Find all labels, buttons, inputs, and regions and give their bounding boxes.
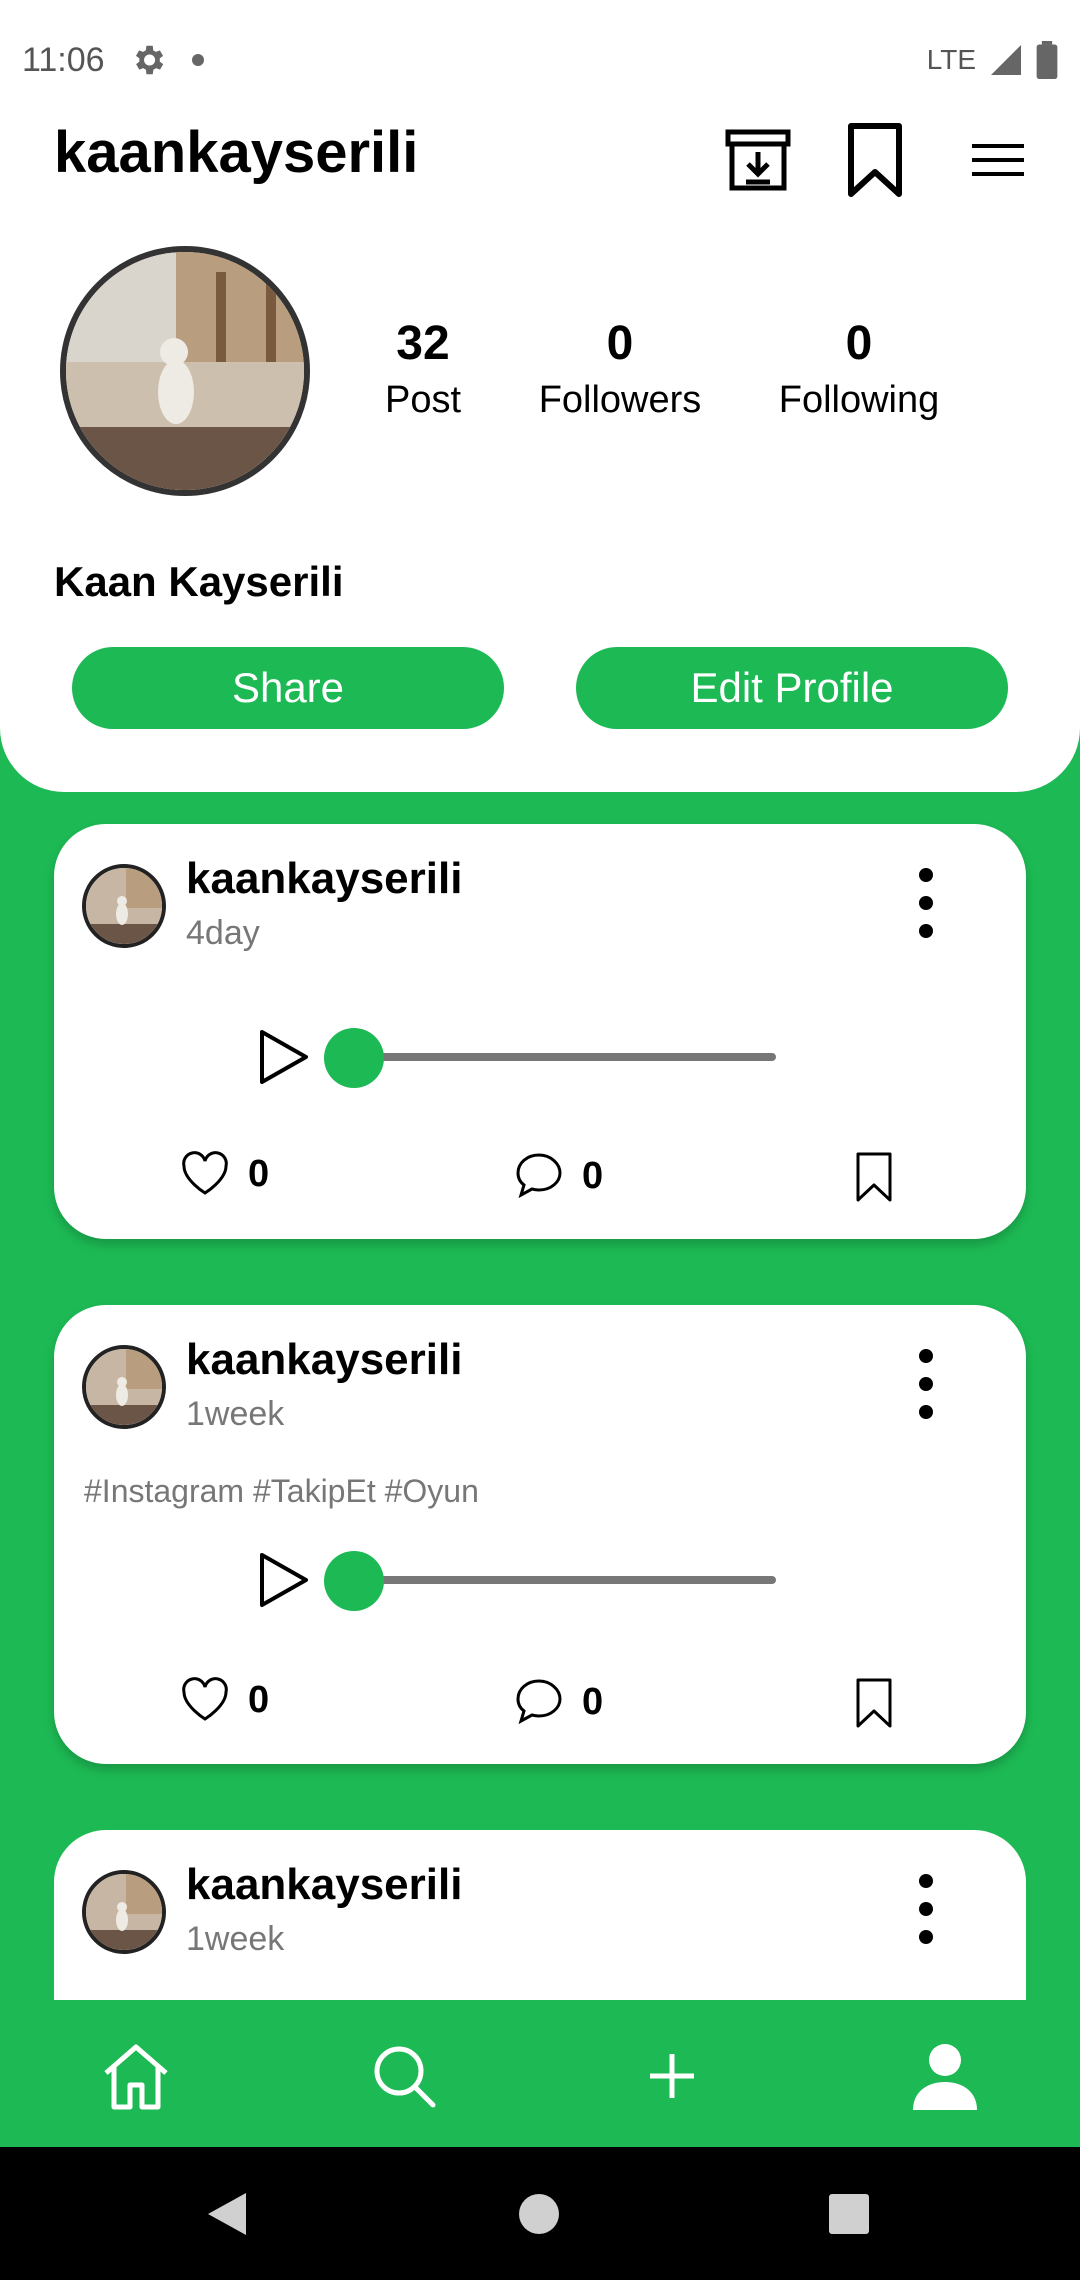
status-right: LTE (927, 41, 1058, 79)
comment-count: 0 (582, 1680, 604, 1723)
bottom-nav (0, 2000, 1080, 2147)
post-hashtags[interactable]: #Instagram #TakipEt #Oyun (84, 1473, 479, 1510)
like-count: 0 (248, 1152, 270, 1195)
signal-icon (991, 45, 1021, 75)
profile-username: kaankayserili (54, 120, 419, 185)
hamburger-menu-icon (972, 144, 1024, 176)
nav-profile[interactable] (905, 2036, 985, 2116)
play-icon[interactable] (254, 1551, 312, 1609)
post-card: kaankayserili 1week #Instagram #TakipEt … (54, 1305, 1026, 1764)
cat-thumbnail (86, 868, 162, 944)
nav-add[interactable] (632, 2036, 712, 2116)
heart-icon (182, 1677, 228, 1721)
comment-icon (516, 1153, 562, 1199)
stat-posts-label: Post (384, 379, 462, 421)
profile-avatar[interactable] (60, 246, 310, 496)
post-username[interactable]: kaankayserili (186, 854, 462, 904)
bookmark-icon (856, 1152, 892, 1202)
bookmark-icon (856, 1678, 892, 1728)
comment-button[interactable]: 0 (514, 1151, 603, 1201)
home-circle-icon (519, 2194, 559, 2234)
recents-square-icon (829, 2194, 869, 2234)
post-card: kaankayserili 4day 0 0 (54, 824, 1026, 1239)
notification-dot-icon (191, 54, 204, 66)
comment-count: 0 (582, 1154, 604, 1197)
archive-button[interactable] (718, 120, 798, 200)
comment-button[interactable]: 0 (514, 1677, 603, 1727)
archive-icon (725, 129, 791, 191)
post-card: kaankayserili 1week (54, 1830, 1026, 2000)
cat-thumbnail (86, 1349, 162, 1425)
cat-thumbnail (86, 1874, 162, 1950)
stat-followers-value: 0 (606, 317, 634, 370)
status-time: 11:06 (22, 40, 105, 79)
home-button[interactable] (506, 2181, 572, 2247)
heart-icon (182, 1151, 228, 1195)
stat-followers-label: Followers (538, 379, 702, 421)
audio-progress-thumb[interactable] (324, 1551, 384, 1611)
stat-following[interactable]: 0 Following (759, 316, 959, 428)
like-button[interactable]: 0 (180, 1677, 269, 1723)
avatar[interactable] (82, 1870, 166, 1954)
post-time: 4day (186, 914, 260, 952)
stat-posts[interactable]: 32 Post (323, 316, 523, 428)
share-button[interactable]: Share (72, 647, 504, 729)
post-username[interactable]: kaankayserili (186, 1860, 462, 1910)
cat-photo (66, 252, 304, 490)
post-actions: 0 0 (54, 1677, 1026, 1747)
menu-button[interactable] (958, 120, 1038, 200)
status-bar: 11:06 LTE (0, 0, 1080, 120)
audio-progress-thumb[interactable] (324, 1028, 384, 1088)
avatar[interactable] (82, 864, 166, 948)
home-icon (104, 2044, 168, 2110)
battery-icon (1036, 41, 1058, 79)
save-post-button[interactable] (854, 1677, 894, 1729)
post-time: 1week (186, 1920, 285, 1958)
saved-button[interactable] (835, 120, 915, 200)
stat-posts-value: 32 (396, 317, 450, 370)
more-options-icon[interactable] (916, 1349, 936, 1419)
status-left: 11:06 (22, 41, 205, 80)
settings-icon (135, 45, 163, 75)
audio-player (254, 1545, 834, 1615)
comment-icon (516, 1679, 562, 1725)
like-count: 0 (248, 1678, 270, 1721)
bookmark-icon (848, 123, 902, 197)
post-username[interactable]: kaankayserili (186, 1335, 462, 1385)
nav-home[interactable] (96, 2036, 176, 2116)
post-actions: 0 0 (54, 1151, 1026, 1221)
plus-icon (650, 2054, 694, 2098)
profile-panel: kaankayserili 32 Post 0 Followers 0 Foll… (0, 120, 1080, 792)
person-icon (913, 2044, 977, 2110)
stat-followers[interactable]: 0 Followers (520, 316, 720, 428)
back-button[interactable] (194, 2181, 260, 2247)
stat-following-value: 0 (845, 317, 873, 370)
more-options-icon[interactable] (916, 1874, 936, 1944)
back-triangle-icon (208, 2193, 246, 2235)
stat-following-label: Following (778, 379, 940, 421)
avatar[interactable] (82, 1345, 166, 1429)
post-time: 1week (186, 1395, 285, 1433)
edit-profile-button[interactable]: Edit Profile (576, 647, 1008, 729)
network-label: LTE (926, 44, 976, 75)
full-name: Kaan Kayserili (54, 558, 344, 605)
more-options-icon[interactable] (916, 868, 936, 938)
search-icon (374, 2046, 436, 2108)
audio-progress-track[interactable] (344, 1053, 776, 1061)
like-button[interactable]: 0 (180, 1151, 269, 1197)
save-post-button[interactable] (854, 1151, 894, 1203)
play-icon[interactable] (254, 1028, 312, 1086)
android-nav-bar (0, 2147, 1080, 2280)
audio-player (254, 1022, 834, 1092)
nav-search[interactable] (364, 2036, 444, 2116)
recents-button[interactable] (816, 2181, 882, 2247)
audio-progress-track[interactable] (344, 1576, 776, 1584)
